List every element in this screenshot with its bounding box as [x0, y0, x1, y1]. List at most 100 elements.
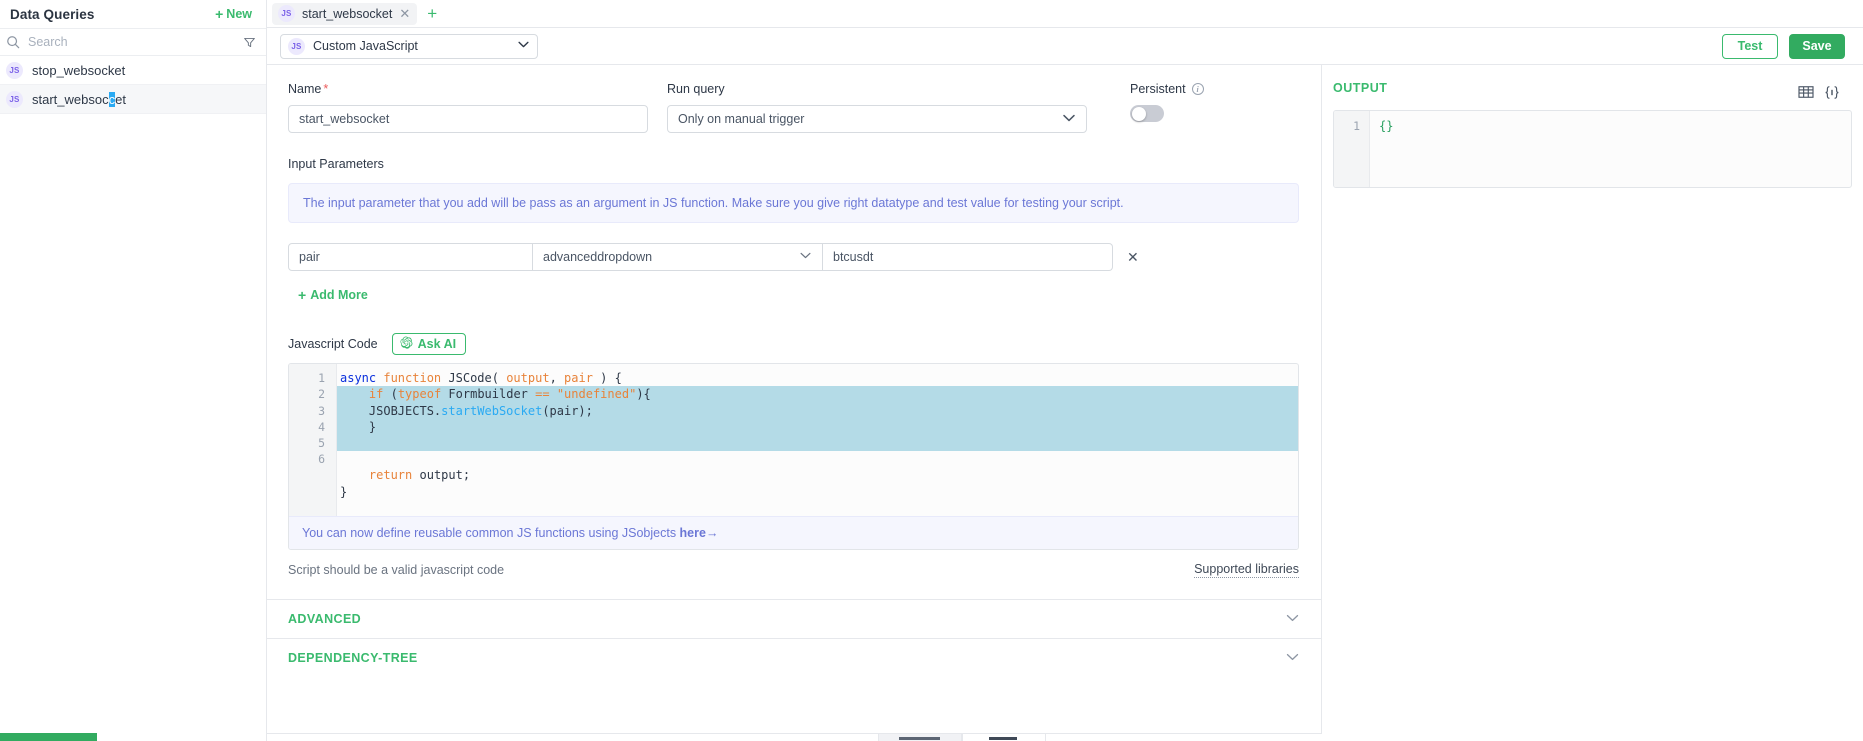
- jsobjects-hint-text: You can now define reusable common JS fu…: [302, 526, 680, 540]
- code-footer-note: Script should be a valid javascript code: [288, 563, 504, 577]
- line-number: 4: [289, 419, 336, 435]
- query-type-label: Custom JavaScript: [313, 39, 510, 53]
- sidebar-header: Data Queries + New: [0, 0, 266, 28]
- info-icon[interactable]: i: [1192, 83, 1204, 95]
- ask-ai-button[interactable]: Ask AI: [392, 333, 466, 355]
- code-grid: 1 2 3 4 5 6 async function JSCode( outpu…: [289, 364, 1298, 516]
- persistent-header: Persistent i: [1130, 82, 1204, 96]
- dependency-tree-section-header[interactable]: DEPENDENCY-TREE: [267, 638, 1321, 677]
- output-line-numbers: 1: [1334, 111, 1370, 187]
- save-button[interactable]: Save: [1789, 34, 1845, 59]
- code-line-8: }: [337, 484, 1298, 500]
- required-marker: *: [323, 82, 328, 96]
- query-action-bar: JS Custom JavaScript Test Save: [267, 28, 1863, 65]
- run-query-label: Run query: [667, 82, 1087, 96]
- advanced-section-header[interactable]: ADVANCED: [267, 599, 1321, 638]
- query-type-select[interactable]: JS Custom JavaScript: [280, 34, 538, 59]
- input-parameters-label: Input Parameters: [288, 157, 1299, 171]
- app-root: Data Queries + New JS stop_websocket JS …: [0, 0, 1863, 741]
- ask-ai-label: Ask AI: [418, 337, 456, 351]
- code-line-1: async function JSCode( output, pair ) {: [337, 370, 1298, 386]
- run-query-select[interactable]: Only on manual trigger: [667, 105, 1087, 133]
- name-field-group: Name* start_websocket: [288, 82, 648, 133]
- code-line-4: }: [337, 419, 1298, 435]
- jsobjects-hint: You can now define reusable common JS fu…: [289, 516, 1298, 549]
- chevron-down-icon: [1286, 652, 1299, 664]
- plus-icon: +: [215, 7, 223, 21]
- page-title: Data Queries: [10, 7, 95, 22]
- name-label: Name*: [288, 82, 648, 96]
- parameter-name-input[interactable]: pair: [288, 243, 533, 271]
- remove-parameter-button[interactable]: ✕: [1127, 250, 1139, 264]
- persistent-field-group: Persistent i: [1130, 82, 1204, 133]
- parameter-type-select[interactable]: advanceddropdown: [533, 243, 823, 271]
- chevron-down-icon: [1286, 613, 1299, 625]
- line-number: 1: [289, 370, 336, 386]
- query-form-body: Name* start_websocket Run query Only on …: [267, 65, 1321, 578]
- js-badge-icon: JS: [278, 5, 295, 22]
- chevron-down-icon: [1063, 114, 1075, 125]
- output-title: OUTPUT: [1333, 81, 1387, 95]
- persistent-toggle[interactable]: [1130, 105, 1164, 122]
- add-tab-button[interactable]: +: [421, 5, 443, 22]
- query-form-panel: Name* start_websocket Run query Only on …: [267, 65, 1322, 741]
- tab-start-websocket[interactable]: JS start_websocket ✕: [272, 3, 417, 25]
- test-button[interactable]: Test: [1722, 34, 1778, 59]
- bottom-toolbar-strip: [267, 733, 1322, 741]
- js-badge-icon: JS: [6, 62, 23, 79]
- toggle-knob: [1132, 107, 1146, 121]
- plus-icon: +: [298, 288, 306, 302]
- output-panel: OUTPUT 1 {}: [1322, 65, 1863, 741]
- new-query-button[interactable]: + New: [215, 7, 252, 21]
- data-queries-sidebar: Data Queries + New JS stop_websocket JS …: [0, 0, 267, 741]
- name-input[interactable]: start_websocket: [288, 105, 648, 133]
- code-header: Javascript Code Ask AI: [288, 333, 1299, 355]
- openai-icon: [400, 336, 413, 352]
- add-more-label: Add More: [310, 288, 368, 302]
- output-json-view[interactable]: 1 {}: [1333, 110, 1852, 188]
- jsobjects-here-link[interactable]: here: [680, 526, 706, 540]
- bottom-toolbar-mark: [899, 737, 940, 740]
- search-icon: [6, 35, 20, 49]
- sidebar-item-start-websocket[interactable]: JS start_websoccet: [0, 85, 266, 114]
- tab-label: start_websocket: [302, 7, 392, 21]
- line-number: 5: [289, 435, 336, 451]
- line-number: 6: [289, 451, 336, 467]
- code-line-5: [337, 435, 1298, 451]
- bottom-toolbar-mark: [989, 737, 1017, 740]
- supported-libraries-link[interactable]: Supported libraries: [1194, 562, 1299, 578]
- parameter-value-input[interactable]: btcusdt: [823, 243, 1113, 271]
- table-view-icon[interactable]: [1793, 82, 1819, 103]
- run-query-field-group: Run query Only on manual trigger: [667, 82, 1087, 133]
- code-line-numbers: 1 2 3 4 5 6: [289, 364, 337, 516]
- javascript-code-editor[interactable]: 1 2 3 4 5 6 async function JSCode( outpu…: [288, 363, 1299, 550]
- input-parameter-row: pair advanceddropdown btcusdt ✕: [288, 243, 1299, 271]
- run-query-value: Only on manual trigger: [678, 112, 1063, 126]
- output-value: {}: [1370, 111, 1393, 187]
- text-selection: c: [109, 92, 116, 107]
- persistent-label: Persistent: [1130, 82, 1186, 96]
- new-query-label: New: [226, 7, 252, 21]
- sidebar-item-stop-websocket[interactable]: JS stop_websocket: [0, 56, 266, 85]
- bottom-progress-bar: [0, 733, 97, 741]
- code-line-3: JSOBJECTS.startWebSocket(pair);: [337, 403, 1298, 419]
- add-more-button[interactable]: + Add More: [288, 288, 368, 302]
- form-top-row: Name* start_websocket Run query Only on …: [288, 82, 1299, 133]
- json-view-icon[interactable]: [1819, 82, 1845, 103]
- code-line-2: if (typeof Formbuilder == "undefined"){: [337, 386, 1298, 402]
- code-text[interactable]: async function JSCode( output, pair ) { …: [337, 364, 1298, 516]
- line-number: 2: [289, 386, 336, 402]
- chevron-down-icon: [518, 41, 529, 51]
- advanced-section-title: ADVANCED: [288, 612, 361, 626]
- chevron-down-icon: [800, 252, 811, 262]
- search-row: [0, 28, 266, 56]
- javascript-code-label: Javascript Code: [288, 337, 378, 351]
- line-number: 3: [289, 403, 336, 419]
- line-number: 1: [1334, 118, 1369, 134]
- input-parameters-banner: The input parameter that you add will be…: [288, 183, 1299, 223]
- arrow-right-icon: →: [706, 526, 719, 540]
- search-input[interactable]: [28, 35, 235, 49]
- filter-icon[interactable]: [243, 36, 256, 49]
- close-icon[interactable]: ✕: [399, 7, 410, 20]
- query-tab-bar: JS start_websocket ✕ +: [267, 0, 1863, 28]
